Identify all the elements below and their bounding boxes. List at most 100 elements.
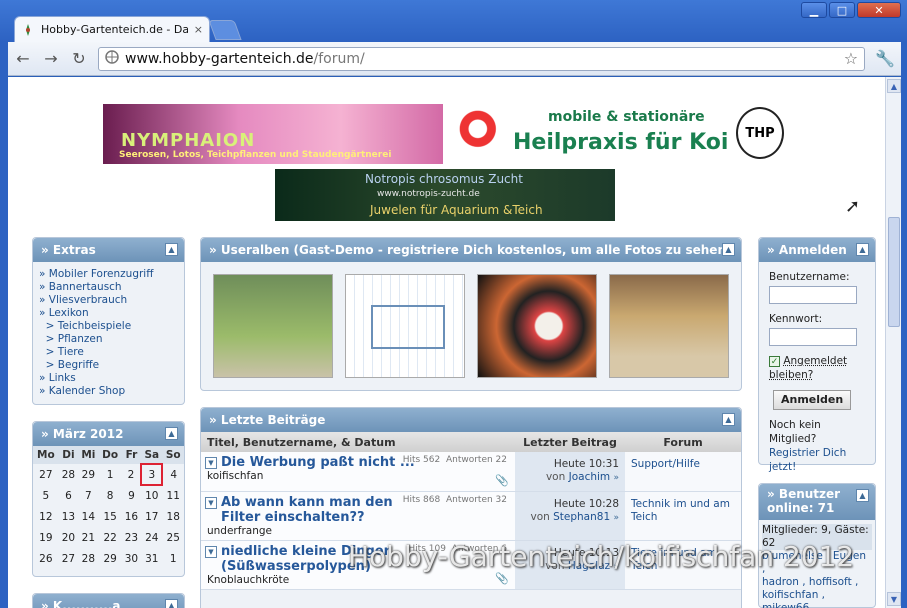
calendar-day[interactable]: 29 — [99, 548, 122, 569]
extras-link[interactable]: » Bannertausch — [39, 281, 178, 294]
goto-new-icon[interactable]: ▼ — [205, 457, 217, 469]
album-thumbnail[interactable] — [609, 274, 729, 378]
calendar-day[interactable]: 6 — [59, 485, 78, 506]
login-button[interactable]: Anmelden — [773, 390, 852, 410]
calendar-day[interactable]: 15 — [99, 506, 122, 527]
remember-checkbox[interactable]: ✓ — [769, 355, 780, 367]
extras-link[interactable]: > Teichbeispiele — [39, 320, 178, 333]
bookmark-star-icon[interactable]: ☆ — [844, 49, 858, 68]
calendar-day[interactable]: 12 — [33, 506, 59, 527]
goto-new-icon[interactable]: ▼ — [205, 497, 217, 509]
goto-new-icon[interactable]: ▼ — [205, 546, 217, 558]
scroll-up-icon[interactable]: ▲ — [887, 79, 901, 93]
collapse-icon[interactable]: ▲ — [165, 243, 178, 256]
calendar-day[interactable]: 28 — [59, 464, 78, 485]
extras-link[interactable]: > Tiere — [39, 346, 178, 359]
forum-link[interactable]: Technik im und am Teich — [625, 492, 741, 540]
album-thumbnail[interactable] — [477, 274, 597, 378]
post-title[interactable]: Ab wann kann man den Filter einschalten?… — [221, 495, 411, 525]
password-input[interactable] — [769, 328, 857, 346]
calendar-day[interactable]: 4 — [162, 464, 184, 485]
goto-last-icon[interactable]: » — [613, 513, 619, 523]
collapse-icon[interactable]: ▲ — [722, 413, 735, 426]
extras-link[interactable]: > Begriffe — [39, 359, 178, 372]
calendar-day[interactable]: 10 — [141, 485, 162, 506]
calendar-day[interactable]: 8 — [99, 485, 122, 506]
calendar-day[interactable]: 30 — [122, 548, 141, 569]
calendar-day[interactable]: 29 — [78, 464, 98, 485]
calendar-day[interactable]: 2 — [122, 464, 141, 485]
vertical-scrollbar[interactable]: ▲ ▼ — [885, 77, 901, 608]
album-thumbnail[interactable] — [213, 274, 333, 378]
post-author[interactable]: Knoblauchkröte — [207, 574, 511, 586]
last-post-user[interactable]: Joachim — [569, 471, 611, 483]
bottom-left-title: » K...........a — [41, 599, 121, 608]
calendar-day[interactable]: 24 — [141, 527, 162, 548]
calendar-day[interactable]: 17 — [141, 506, 162, 527]
calendar-day[interactable]: 21 — [78, 527, 98, 548]
reload-icon[interactable]: ↻ — [70, 49, 88, 68]
back-arrow-icon[interactable]: ← — [14, 49, 32, 68]
calendar-day[interactable]: 27 — [33, 464, 59, 485]
wrench-menu-icon[interactable]: 🔧 — [875, 49, 895, 68]
register-link[interactable]: Registrier Dich jetzt! — [769, 447, 846, 473]
goto-last-icon[interactable]: » — [613, 473, 619, 483]
calendar-day[interactable]: 26 — [33, 548, 59, 569]
calendar-day[interactable]: 28 — [78, 548, 98, 569]
username-input[interactable] — [769, 286, 857, 304]
online-user-list[interactable]: koifischfan , mikew66 — [762, 589, 872, 608]
collapse-icon[interactable]: ▲ — [856, 243, 869, 256]
calendar-day[interactable]: 18 — [162, 506, 184, 527]
scrollbar-thumb[interactable] — [888, 217, 900, 327]
calendar-day[interactable]: 7 — [78, 485, 98, 506]
calendar-day[interactable]: 14 — [78, 506, 98, 527]
calendar-day[interactable]: 1 — [99, 464, 122, 485]
calendar-day[interactable]: 25 — [162, 527, 184, 548]
extras-link[interactable]: » Vliesverbrauch — [39, 294, 178, 307]
album-thumbnail[interactable] — [345, 274, 465, 378]
new-tab-button[interactable] — [208, 20, 242, 40]
calendar-day[interactable]: 5 — [33, 485, 59, 506]
calendar-day[interactable]: 9 — [122, 485, 141, 506]
forum-link[interactable]: Support/Hilfe — [625, 452, 741, 491]
collapse-icon[interactable]: ▲ — [856, 489, 869, 502]
maximize-button[interactable]: □ — [829, 2, 855, 18]
remember-label[interactable]: Angemeldet bleiben? — [769, 355, 847, 381]
banner-nymphaion[interactable]: NYMPHAION Seerosen, Lotos, Teichpflanzen… — [103, 104, 443, 164]
calendar-day[interactable]: 31 — [141, 548, 162, 569]
last-post-user[interactable]: Stephan81 — [553, 511, 610, 523]
extras-link[interactable]: > Pflanzen — [39, 333, 178, 346]
close-window-button[interactable]: ✕ — [857, 2, 901, 18]
collapse-icon[interactable]: ▲ — [722, 243, 735, 256]
extras-link[interactable]: » Kalender Shop — [39, 385, 178, 398]
collapse-icon[interactable]: ▲ — [165, 427, 178, 440]
minimize-button[interactable]: ▁ — [801, 2, 827, 18]
scroll-down-icon[interactable]: ▼ — [887, 592, 901, 606]
forward-arrow-icon[interactable]: → — [42, 49, 60, 68]
thp-seal-logo: THP — [736, 107, 784, 159]
extras-link[interactable]: » Mobiler Forenzugriff — [39, 268, 178, 281]
online-user-list[interactable]: hadron , hoffisoft , — [762, 576, 872, 589]
post-title[interactable]: Die Werbung paßt nicht ... — [221, 455, 415, 470]
banner-koi-heilpraxis[interactable]: mobile & stationäre Heilpraxis für Koi T… — [453, 104, 788, 164]
post-author[interactable]: underfrange — [207, 525, 511, 537]
calendar-day[interactable]: 23 — [122, 527, 141, 548]
calendar-day[interactable]: 20 — [59, 527, 78, 548]
post-author[interactable]: koifischfan — [207, 470, 511, 482]
extras-link[interactable]: » Lexikon — [39, 307, 178, 320]
browser-tab[interactable]: Hobby-Gartenteich.de - Das u × — [14, 16, 210, 42]
calendar-panel: » März 2012 ▲ Mo Di Mi Do Fr Sa So 27 28… — [32, 421, 185, 577]
calendar-day[interactable]: 27 — [59, 548, 78, 569]
calendar-day[interactable]: 11 — [162, 485, 184, 506]
address-bar[interactable]: www.hobby-gartenteich.de/forum/ ☆ — [98, 46, 866, 71]
calendar-day[interactable]: 19 — [33, 527, 59, 548]
extras-link[interactable]: » Links — [39, 372, 178, 385]
calendar-day[interactable]: 16 — [122, 506, 141, 527]
collapse-icon[interactable]: ▲ — [165, 599, 178, 608]
calendar-day[interactable]: 22 — [99, 527, 122, 548]
calendar-day[interactable]: 1 — [162, 548, 184, 569]
banner-notropis[interactable]: Notropis chrosomus Zucht www.notropis-zu… — [275, 169, 615, 221]
tab-close-icon[interactable]: × — [194, 23, 203, 36]
calendar-day[interactable]: 13 — [59, 506, 78, 527]
calendar-day-today[interactable]: 3 — [140, 463, 164, 486]
